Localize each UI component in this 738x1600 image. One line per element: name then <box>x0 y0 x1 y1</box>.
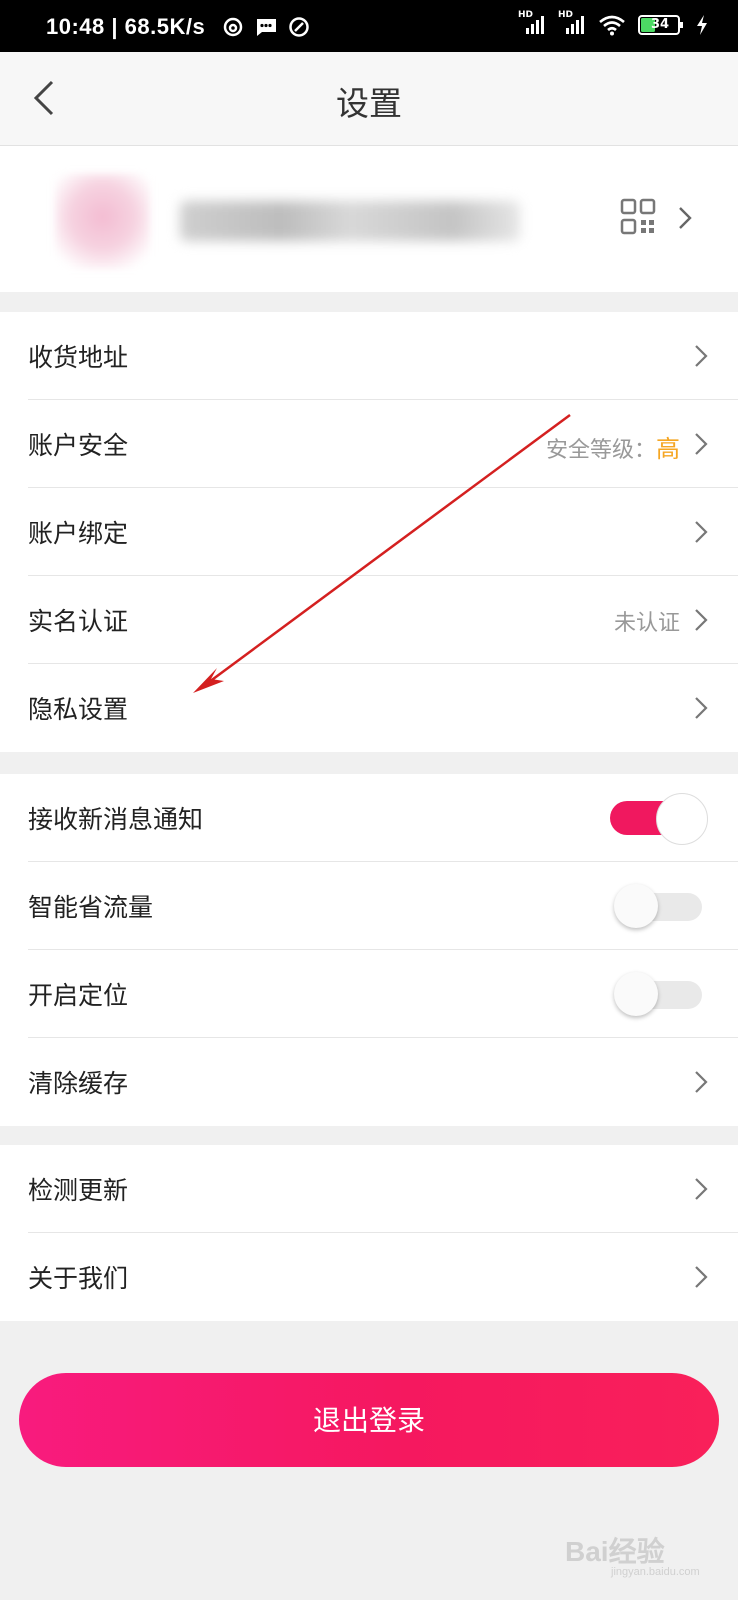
logout-button[interactable]: 退出登录 <box>19 1373 719 1467</box>
nav-bar: 设置 <box>0 52 738 146</box>
qr-code-icon[interactable] <box>620 198 656 236</box>
chevron-right-icon <box>695 1071 708 1093</box>
row-label: 收货地址 <box>28 343 129 372</box>
row-label: 开启定位 <box>28 981 129 1010</box>
row-label: 接收新消息通知 <box>28 805 204 834</box>
page-title: 设置 <box>336 84 402 123</box>
row-clear-cache[interactable]: 清除缓存 <box>0 1038 738 1126</box>
status-time: 10:48 | 68.5K/s <box>46 14 206 39</box>
chevron-right-icon <box>695 1178 708 1200</box>
chevron-right-icon <box>695 345 708 367</box>
row-label: 账户安全 <box>28 431 129 460</box>
charging-icon <box>697 15 707 35</box>
row-about-us[interactable]: 关于我们 <box>0 1233 738 1321</box>
toggle-message-notification[interactable] <box>610 792 710 845</box>
chevron-right-icon <box>695 697 708 719</box>
settings-section-account: 收货地址 账户安全 安全等级：高 账户绑定 实名认证 未认证 隐私设置 <box>0 312 738 752</box>
signal-icon-2: HD <box>558 10 586 36</box>
row-label: 清除缓存 <box>28 1069 129 1098</box>
watermark-logo: Bai经验 jingyan.baidu.com <box>565 1536 700 1578</box>
row-check-update[interactable]: 检测更新 <box>0 1145 738 1233</box>
spiral-icon <box>223 17 243 37</box>
row-account-security[interactable]: 账户安全 安全等级：高 <box>0 400 738 488</box>
row-message-notification: 接收新消息通知 <box>0 774 738 862</box>
status-notification-icons <box>222 16 310 38</box>
chevron-right-icon <box>695 433 708 455</box>
row-data-saver: 智能省流量 <box>0 862 738 950</box>
chevron-right-icon <box>679 207 692 229</box>
row-label: 检测更新 <box>28 1176 129 1205</box>
chevron-right-icon <box>695 521 708 543</box>
toggle-data-saver[interactable] <box>610 880 710 932</box>
message-icon <box>256 19 276 36</box>
settings-section-preferences: 接收新消息通知 智能省流量 开启定位 清除缓存 <box>0 774 738 1126</box>
row-label: 实名认证 <box>28 607 129 636</box>
battery-icon: 34 <box>638 14 684 36</box>
wifi-icon <box>599 15 625 36</box>
toggle-location[interactable] <box>610 968 710 1020</box>
at-icon <box>289 17 309 37</box>
row-location: 开启定位 <box>0 950 738 1038</box>
avatar <box>55 174 150 269</box>
row-label: 隐私设置 <box>28 695 129 724</box>
row-privacy-settings[interactable]: 隐私设置 <box>0 664 738 752</box>
security-level: 安全等级：高 <box>545 435 680 463</box>
settings-section-about: 检测更新 关于我们 <box>0 1145 738 1321</box>
signal-icon-1: HD <box>518 10 546 36</box>
chevron-right-icon <box>695 609 708 631</box>
username-blurred <box>180 201 520 241</box>
status-bar: 10:48 | 68.5K/s HD HD 34 <box>0 0 738 52</box>
row-account-binding[interactable]: 账户绑定 <box>0 488 738 576</box>
row-label: 关于我们 <box>28 1264 129 1293</box>
row-label: 智能省流量 <box>28 893 154 922</box>
row-real-name-verification[interactable]: 实名认证 未认证 <box>0 576 738 664</box>
chevron-right-icon <box>695 1266 708 1288</box>
row-shipping-address[interactable]: 收货地址 <box>0 312 738 400</box>
security-level-high: 高 <box>656 435 680 463</box>
row-label: 账户绑定 <box>28 519 129 548</box>
verification-status: 未认证 <box>613 611 680 636</box>
status-system-icons: HD HD 34 <box>518 10 708 36</box>
profile-card[interactable] <box>0 146 738 292</box>
